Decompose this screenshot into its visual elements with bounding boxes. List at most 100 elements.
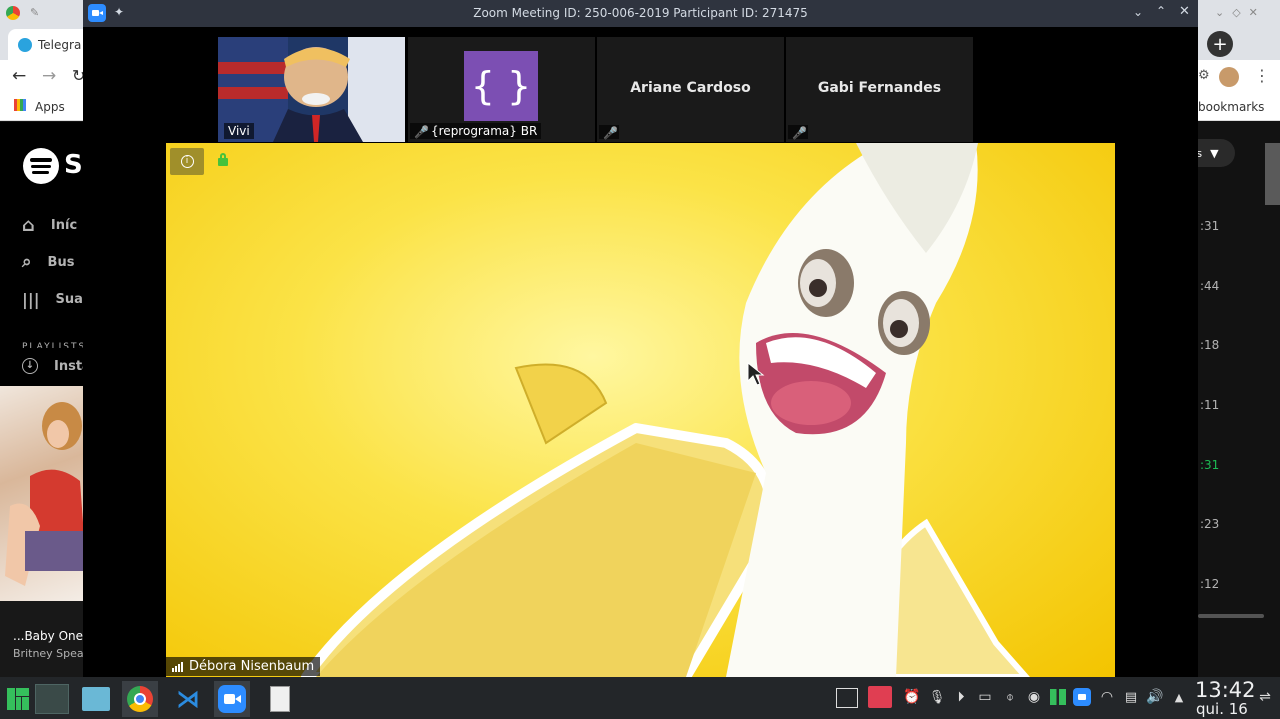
manjaro-icon	[7, 688, 29, 710]
zoom-titlebar: ✦ Zoom Meeting ID: 250-006-2019 Particip…	[83, 0, 1198, 27]
pin-icon: ✎	[30, 6, 40, 19]
chrome-taskbar-button[interactable]	[122, 681, 158, 717]
caret-down-icon: ▼	[1210, 146, 1219, 160]
zoom-taskbar-button[interactable]	[214, 681, 250, 717]
track-duration: :18	[1200, 338, 1220, 352]
update-icon[interactable]: ◉	[1025, 688, 1043, 706]
library-icon: |||	[22, 290, 40, 309]
zoom-tray-icon[interactable]	[1073, 688, 1091, 706]
track-duration: :44	[1200, 279, 1220, 293]
text-editor-taskbar-button[interactable]	[262, 681, 298, 717]
install-app-button[interactable]: ↓ Insta	[22, 358, 91, 374]
panel-settings-icon[interactable]: ⇌	[1256, 688, 1274, 706]
track-duration: :23	[1200, 517, 1220, 531]
apps-bookmark[interactable]: Apps	[35, 100, 65, 114]
chevron-up-icon[interactable]: ▲	[1170, 688, 1188, 706]
folder-icon	[82, 687, 110, 711]
scrollbar[interactable]	[1265, 143, 1280, 205]
progress-bar[interactable]	[1198, 614, 1264, 618]
search-icon: ⌕	[22, 252, 32, 272]
close-icon[interactable]: ✕	[1179, 4, 1190, 19]
active-speaker-video[interactable]	[166, 143, 1115, 677]
sidebar-item-home[interactable]: ⌂ Iníc	[22, 215, 77, 236]
download-icon: ↓	[22, 358, 38, 374]
microphone-icon[interactable]: 🎙	[928, 688, 946, 706]
album-cover	[0, 386, 84, 601]
active-speaker-label: Débora Nisenbaum	[166, 657, 321, 676]
apps-grid-icon	[14, 99, 26, 111]
vscode-icon: ⋊	[176, 685, 200, 713]
avatar[interactable]	[1219, 67, 1239, 87]
banana-video-frame	[301, 143, 1031, 677]
mic-muted-badge: 🎤	[788, 125, 808, 140]
track-duration-active: :31	[1200, 458, 1220, 472]
sidebar-item-label: Iníc	[50, 218, 78, 233]
playlists-section-label: PLAYLISTS	[22, 342, 87, 348]
other-bookmarks[interactable]: bookmarks	[1198, 100, 1264, 114]
volume-icon[interactable]: 🔊	[1146, 688, 1164, 706]
clock-date[interactable]: qui. 16	[1196, 700, 1248, 718]
participant-tile[interactable]: Vivi	[218, 37, 405, 142]
spotify-logo-icon	[23, 148, 59, 184]
now-playing-artist[interactable]: Britney Spear	[13, 647, 88, 660]
chrome-icon	[6, 6, 20, 20]
mic-muted-icon: 🎤	[792, 126, 807, 140]
active-speaker-name: Débora Nisenbaum	[189, 659, 315, 674]
chevron-up-icon[interactable]: ⌃	[1156, 4, 1166, 18]
extension-icon[interactable]: ⚙	[1198, 68, 1210, 83]
file-manager-button[interactable]	[78, 681, 114, 717]
tab-label: Telegra	[38, 37, 82, 52]
participant-name-center: Gabi Fernandes	[817, 80, 942, 96]
show-desktop-icon[interactable]	[836, 688, 858, 708]
mic-muted-icon: 🎤	[414, 125, 429, 139]
chrome-icon	[127, 686, 153, 712]
new-tab-button[interactable]: +	[1207, 31, 1233, 57]
home-icon: ⌂	[22, 215, 35, 236]
participant-tile[interactable]: Gabi Fernandes 🎤	[786, 37, 973, 142]
participant-name-label: Vivi	[224, 123, 254, 139]
participant-name-label: 🎤 {reprograma} BR	[410, 123, 542, 139]
window-title: Zoom Meeting ID: 250-006-2019 Participan…	[473, 6, 808, 20]
chrome-window-controls[interactable]: ⌄◇✕	[1215, 6, 1266, 19]
sidebar-item-label: Bus	[47, 254, 75, 270]
clock-time[interactable]: 13:42	[1195, 678, 1256, 702]
desktop-icon	[35, 684, 69, 714]
sticky-notes-icon[interactable]	[868, 686, 892, 708]
chevron-down-icon[interactable]: ⌄	[1133, 5, 1143, 19]
info-icon: i	[180, 155, 194, 168]
now-playing[interactable]: ...Baby One Britney Spear	[0, 601, 88, 677]
track-duration: :31	[1200, 219, 1220, 233]
signal-strength-icon	[172, 661, 183, 672]
menu-icon[interactable]: ⋮	[1254, 66, 1270, 85]
zoom-icon	[218, 685, 246, 713]
sidebar-item-label: Sua	[55, 292, 83, 307]
participant-name-center: Ariane Cardoso	[630, 80, 751, 96]
forward-button[interactable]: →	[42, 66, 56, 86]
track-duration: :12	[1200, 577, 1220, 591]
clipboard-icon[interactable]: ▤	[1122, 688, 1140, 706]
manjaro-settings-icon[interactable]	[1049, 688, 1067, 706]
sidebar-item-library[interactable]: ||| Sua	[22, 290, 83, 309]
sidebar-item-search[interactable]: ⌕ Bus	[22, 252, 74, 272]
telegram-icon	[18, 37, 32, 52]
now-playing-title[interactable]: ...Baby One	[13, 629, 83, 643]
usb-device-icon[interactable]: ⌽	[1001, 688, 1019, 706]
participant-tile[interactable]: { } 🎤 {reprograma} BR	[408, 37, 595, 142]
battery-icon[interactable]: ▭	[976, 688, 994, 706]
media-play-icon[interactable]: ⏵	[952, 688, 970, 706]
vscode-taskbar-button[interactable]: ⋊	[170, 681, 206, 717]
meeting-info-button[interactable]: i	[170, 148, 204, 175]
app-launcher-button[interactable]	[0, 681, 36, 717]
desktop-pager-button[interactable]	[34, 681, 70, 717]
wifi-icon[interactable]: ◠	[1098, 688, 1116, 706]
track-duration: :11	[1200, 398, 1220, 412]
back-button[interactable]: ←	[12, 66, 26, 86]
mic-muted-badge: 🎤	[599, 125, 619, 140]
lock-icon[interactable]	[218, 153, 228, 166]
alarm-icon[interactable]: ⏰	[903, 688, 921, 706]
mic-muted-icon: 🎤	[603, 126, 618, 140]
album-art-figure	[5, 402, 84, 586]
reprograma-logo: { }	[464, 51, 538, 121]
document-icon	[270, 686, 290, 712]
participant-tile[interactable]: Ariane Cardoso 🎤	[597, 37, 784, 142]
